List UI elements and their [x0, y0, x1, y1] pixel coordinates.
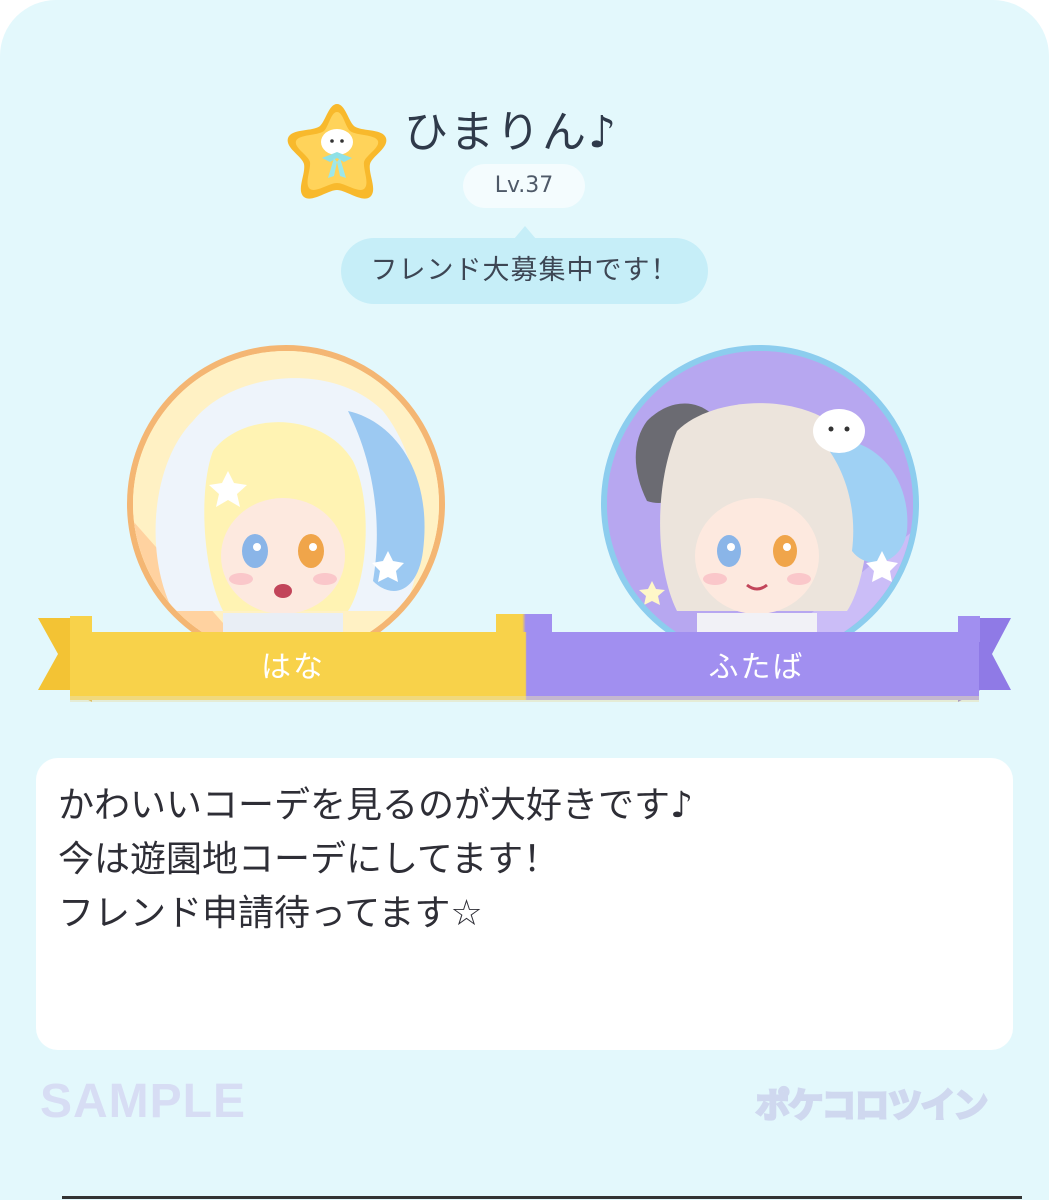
- player-name: ひまりん♪: [404, 107, 619, 158]
- bottom-divider: [62, 1196, 1022, 1199]
- character-name-right: ふたば: [708, 650, 805, 685]
- app-logo: ポケコロツイン: [755, 1085, 990, 1128]
- message-line: かわいいコーデを見るのが大好きです♪: [58, 785, 693, 826]
- star-badge-icon: [287, 104, 387, 199]
- profile-message-box: かわいいコーデを見るのが大好きです♪ 今は遊園地コーデにしてます！ フレンド申請…: [36, 758, 1013, 1050]
- level-badge: Lv.37: [463, 164, 585, 208]
- character-name-left: はな: [261, 650, 325, 685]
- status-bubble: フレンド大募集中です！: [341, 238, 708, 304]
- sample-watermark: SAMPLE: [40, 1075, 247, 1128]
- profile-card: ひまりん♪ Lv.37 フレンド大募集中です！ はな ふたば かわいいコーデを見…: [0, 0, 1049, 1200]
- message-line: フレンド申請待ってます☆: [58, 893, 483, 934]
- message-line: 今は遊園地コーデにしてます！: [58, 839, 560, 880]
